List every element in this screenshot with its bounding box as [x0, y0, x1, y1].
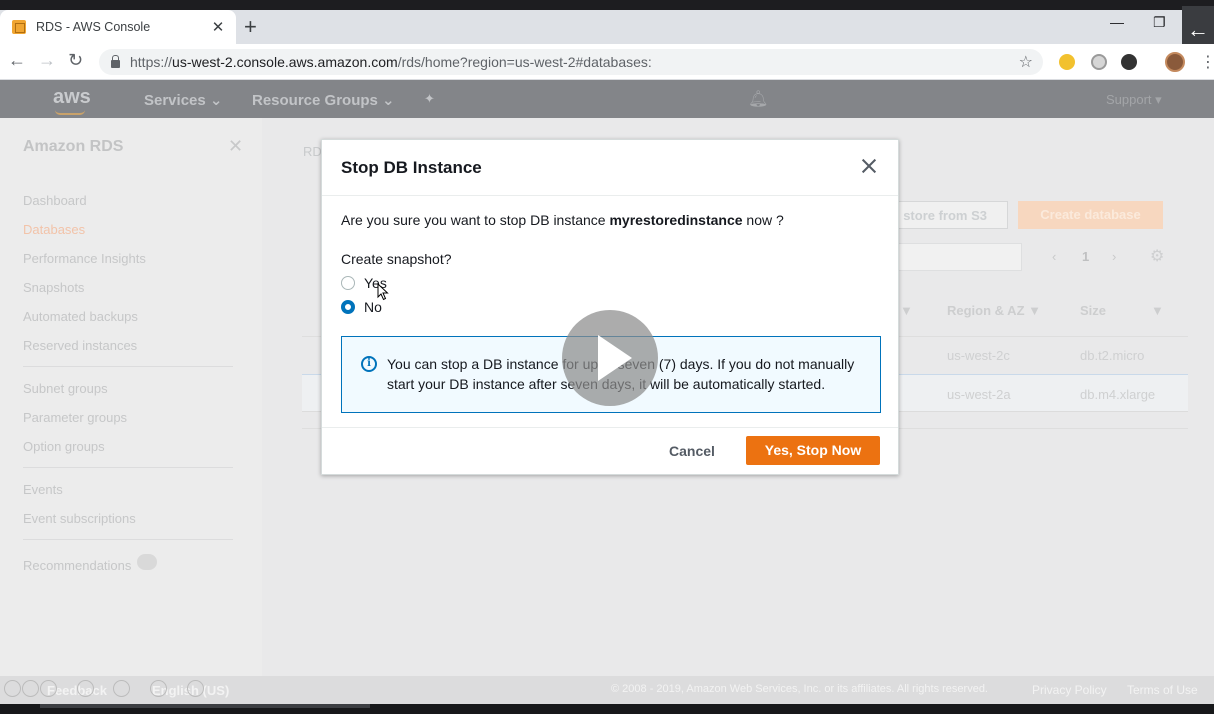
lock-icon [111, 55, 120, 68]
sidebar-item-events: Events [23, 482, 63, 497]
info-icon: i [361, 356, 377, 372]
back-icon[interactable]: ← [8, 50, 26, 71]
modal-footer-divider [322, 427, 898, 428]
profile-avatar[interactable] [1165, 52, 1185, 72]
browser-tabstrip: RDS - AWS Console ✕ + — ❐ ← [0, 0, 1214, 54]
extension-emoji-icon[interactable] [1059, 54, 1075, 70]
close-icon[interactable] [857, 154, 881, 178]
sidebar-title: Amazon RDS [23, 138, 124, 155]
create-database-button: Create database [1018, 201, 1163, 229]
settings-gear-icon: ⚙ [1150, 248, 1165, 265]
sort-icon: ▼ [1151, 303, 1164, 318]
browser-tab[interactable]: RDS - AWS Console ✕ [0, 10, 236, 44]
extension-circle-icon[interactable] [1091, 54, 1107, 70]
rds-sidebar: Amazon RDS ✕ Dashboard Databases Perform… [0, 118, 262, 676]
radio-yes[interactable] [341, 276, 355, 290]
snapshot-label: Create snapshot? [341, 251, 452, 267]
tab-close-icon[interactable]: ✕ [210, 18, 226, 36]
sidebar-item-option-groups: Option groups [23, 439, 105, 454]
video-fullscreen-icon[interactable] [187, 680, 204, 697]
video-progress-fill [40, 704, 370, 708]
footer-privacy: Privacy Policy [1032, 683, 1107, 697]
sort-icon: ▼ [900, 303, 913, 318]
sidebar-item-performance-insights: Performance Insights [23, 251, 146, 266]
bookmark-star-icon[interactable]: ☆ [1019, 52, 1033, 72]
column-header-region: Region & AZ ▼ [947, 303, 1041, 318]
forward-icon[interactable]: → [38, 50, 56, 71]
support-menu: Support ▾ [1106, 92, 1162, 107]
footer-terms: Terms of Use [1127, 683, 1198, 697]
browser-toolbar: ← → ↻ https://us-west-2.console.aws.amaz… [0, 44, 1214, 80]
instance-name: myrestoredinstance [609, 212, 743, 228]
sidebar-item-reserved-instances: Reserved instances [23, 338, 138, 353]
screen: RDS - AWS Console ✕ + — ❐ ← ← → ↻ https:… [0, 0, 1214, 714]
sidebar-divider [23, 366, 233, 367]
sidebar-item-snapshots: Snapshots [23, 280, 85, 295]
sidebar-item-recommendations: Recommendations [23, 554, 158, 573]
tab-title: RDS - AWS Console [36, 20, 151, 34]
breadcrumb: RD [303, 144, 322, 159]
aws-top-nav: aws Services ⌄ Resource Groups ⌄ ✦ 🔔︎ Su… [0, 80, 1214, 118]
stop-db-instance-modal: Stop DB Instance Are you sure you want t… [321, 139, 899, 475]
table-cell-region: us-west-2c [947, 348, 1010, 363]
video-volume-icon[interactable] [77, 680, 94, 697]
modal-title: Stop DB Instance [341, 158, 482, 177]
radio-no-label[interactable]: No [364, 299, 382, 315]
sidebar-item-subnet-groups: Subnet groups [23, 381, 108, 396]
pin-icon: ✦ [424, 91, 435, 106]
pager-next-icon: › [1112, 249, 1117, 264]
resource-groups-menu: Resource Groups ⌄ [252, 92, 395, 109]
page-number: 1 [1082, 249, 1090, 264]
yes-stop-now-button[interactable]: Yes, Stop Now [746, 436, 880, 465]
extension-audio-icon[interactable] [1121, 54, 1137, 70]
table-cell-size: db.t2.micro [1080, 348, 1145, 363]
aws-favicon-icon [12, 20, 26, 34]
window-restore-button[interactable]: ❐ [1153, 14, 1166, 31]
sidebar-item-automated-backups: Automated backups [23, 309, 138, 324]
modal-header: Stop DB Instance [322, 140, 898, 196]
footer-copyright: © 2008 - 2019, Amazon Web Services, Inc.… [611, 683, 988, 695]
services-menu: Services ⌄ [144, 92, 223, 109]
sidebar-item-event-subscriptions: Event subscriptions [23, 511, 136, 526]
menu-kebab-icon[interactable]: ⋮ [1200, 52, 1214, 72]
sidebar-close-icon: ✕ [228, 136, 244, 156]
address-bar[interactable]: https://us-west-2.console.aws.amazon.com… [99, 49, 1043, 75]
sidebar-divider [23, 539, 233, 540]
snapshot-option-no[interactable]: No [341, 299, 382, 315]
radio-no[interactable] [341, 300, 355, 314]
pager-prev-icon: ‹ [1052, 249, 1057, 264]
video-play-small-icon[interactable] [22, 680, 39, 697]
new-tab-button[interactable]: + [244, 16, 257, 38]
sidebar-item-dashboard: Dashboard [23, 193, 87, 208]
video-captions-icon[interactable] [113, 680, 130, 697]
table-cell-region: us-west-2a [947, 387, 1011, 402]
column-header-size: Size [1080, 303, 1107, 318]
sidebar-divider [23, 467, 233, 468]
video-progress-bar[interactable] [0, 704, 1214, 714]
filter-input [880, 243, 1022, 271]
recommendations-badge [137, 554, 158, 570]
aws-logo: aws [53, 86, 91, 115]
window-minimize-button[interactable]: — [1110, 14, 1124, 30]
sidebar-item-parameter-groups: Parameter groups [23, 410, 128, 425]
confirm-question: Are you sure you want to stop DB instanc… [341, 212, 784, 228]
aws-footer: Feedback English (US) © 2008 - 2019, Ama… [0, 676, 1214, 704]
url-text: https://us-west-2.console.aws.amazon.com… [130, 54, 652, 70]
bell-icon: 🔔︎ [748, 91, 769, 108]
video-rewind-icon[interactable] [4, 680, 21, 697]
sidebar-item-databases: Databases [23, 222, 86, 237]
video-settings-icon[interactable] [150, 680, 167, 697]
video-play-icon[interactable] [562, 310, 658, 406]
reload-icon[interactable]: ↻ [68, 50, 83, 71]
video-forward-icon[interactable] [40, 680, 57, 697]
table-cell-size: db.m4.xlarge [1080, 387, 1156, 402]
cancel-button[interactable]: Cancel [652, 437, 732, 465]
